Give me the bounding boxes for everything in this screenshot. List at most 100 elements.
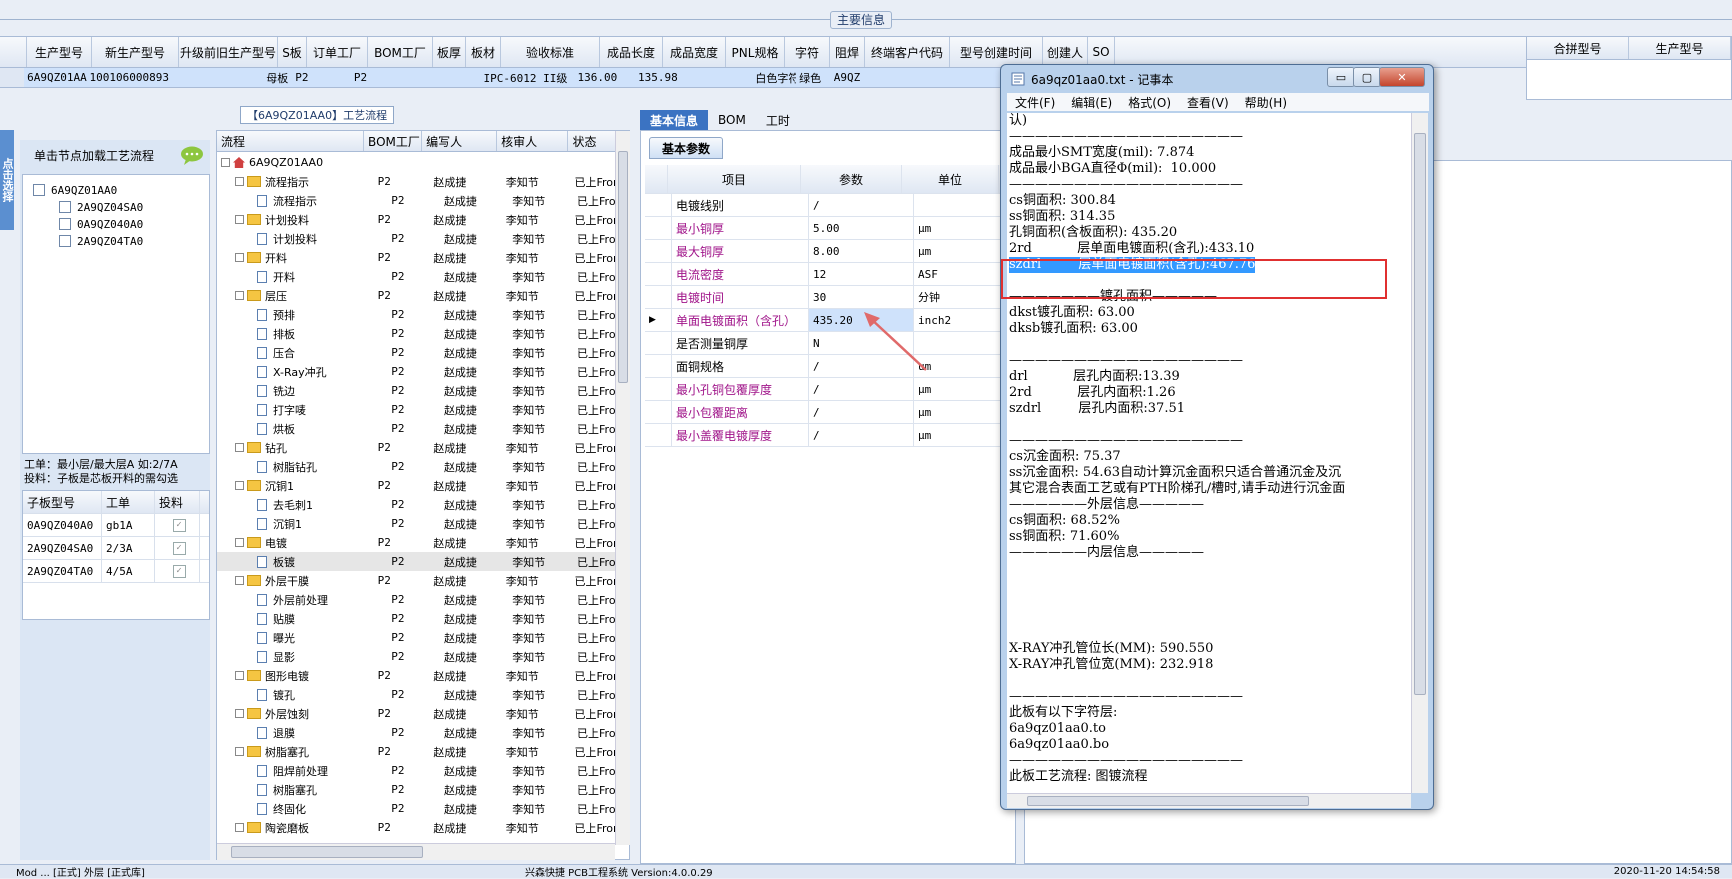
sub-cell[interactable]: ✓ [155, 514, 200, 536]
grid-header-15[interactable]: 型号创建时间 [950, 37, 1043, 67]
table-row[interactable]: 外层干膜 P2 赵成捷 李知节 已上From [217, 571, 617, 590]
process-header-0[interactable]: 流程 [217, 131, 365, 151]
grid-header-13[interactable]: 阻焊 [830, 37, 865, 67]
process-header-3[interactable]: 核审人 [497, 131, 569, 151]
param-value[interactable]: / [809, 401, 914, 423]
param-value[interactable]: 12 [809, 263, 914, 285]
menu-help[interactable]: 帮助(H) [1237, 93, 1295, 111]
checkbox-icon[interactable]: ✓ [172, 541, 186, 555]
notepad-text-area[interactable]: 认) —————————————————— 成品最小SMT宽度(mil): 7.87… [1007, 113, 1411, 793]
grid-header-17[interactable]: SO [1088, 37, 1115, 67]
collapse-icon[interactable] [235, 215, 244, 224]
collapse-icon[interactable] [235, 443, 244, 452]
grid-header-1[interactable]: 新生产型号 [92, 37, 179, 67]
grid-header-3[interactable]: S板 [278, 37, 307, 67]
grid-header-14[interactable]: 终端客户代码 [865, 37, 950, 67]
table-row[interactable]: 层压 P2 赵成捷 李知节 已上From [217, 286, 617, 305]
param-value[interactable]: / [809, 378, 914, 400]
table-row[interactable]: 退膜 P2 赵成捷 李知节 已上From [217, 723, 617, 742]
notepad-vertical-scrollbar[interactable] [1411, 113, 1428, 793]
table-row[interactable]: 排板 P2 赵成捷 李知节 已上From [217, 324, 617, 343]
table-row[interactable]: 电镀线别 / [645, 194, 1017, 217]
notepad-window[interactable]: 6a9qz01aa0.txt - 记事本 ▭ ▢ ✕ 文件(F) 编辑(E) 格… [1000, 64, 1434, 810]
collapse-icon[interactable] [235, 747, 244, 756]
notepad-scroll-thumb[interactable] [1414, 133, 1426, 695]
table-row[interactable]: 去毛刺1 P2 赵成捷 李知节 已上From [217, 495, 617, 514]
checkbox-icon[interactable]: ✓ [172, 564, 186, 578]
table-row[interactable]: 树脂钻孔 P2 赵成捷 李知节 已上From [217, 457, 617, 476]
table-row[interactable]: 板镀 P2 赵成捷 李知节 已上From [217, 552, 617, 571]
param-header-0[interactable]: 项目 [668, 165, 801, 193]
process-horizontal-scrollbar[interactable] [217, 843, 615, 860]
table-row[interactable]: 压合 P2 赵成捷 李知节 已上From [217, 343, 617, 362]
table-row[interactable]: 陶瓷磨板 P2 赵成捷 李知节 已上From [217, 818, 617, 837]
collapse-icon[interactable] [235, 177, 244, 186]
grid-header-10[interactable]: 成品宽度 [663, 37, 726, 67]
tree-node[interactable]: 2A9QZ04TA0 [59, 232, 143, 250]
grid-header-6[interactable]: 板厚 [433, 37, 466, 67]
grid-header-16[interactable]: 创建人 [1043, 37, 1088, 67]
param-value[interactable]: / [809, 194, 914, 216]
grid-header-0[interactable]: 生产型号 [27, 37, 92, 67]
process-header-1[interactable]: BOM工厂 [364, 131, 423, 151]
table-row[interactable]: 阻焊前处理 P2 赵成捷 李知节 已上From [217, 761, 617, 780]
side-tab[interactable]: 点击选择 [0, 130, 14, 230]
table-row[interactable]: 终固化 P2 赵成捷 李知节 已上From [217, 799, 617, 818]
notepad-titlebar[interactable]: 6a9qz01aa0.txt - 记事本 [1011, 69, 1173, 89]
menu-view[interactable]: 查看(V) [1179, 93, 1237, 111]
grid-header-12[interactable]: 字符 [785, 37, 830, 67]
minimize-button[interactable]: ▭ [1327, 67, 1355, 87]
speech-bubble-icon[interactable] [180, 146, 204, 166]
table-row[interactable]: 电流密度 12 ASF [645, 263, 1017, 286]
table-row[interactable]: 曝光 P2 赵成捷 李知节 已上From [217, 628, 617, 647]
param-header-2[interactable]: 单位 [902, 165, 999, 193]
collapse-icon[interactable] [235, 576, 244, 585]
table-row[interactable]: 开料 P2 赵成捷 李知节 已上From [217, 248, 617, 267]
grid-header-7[interactable]: 板材 [466, 37, 501, 67]
table-row[interactable]: 面铜规格 / um [645, 355, 1017, 378]
sub-cell[interactable]: ✓ [155, 560, 200, 582]
process-scroll-thumb[interactable] [618, 151, 628, 383]
collapse-icon[interactable] [235, 823, 244, 832]
table-row[interactable]: 计划投料 P2 赵成捷 李知节 已上From [217, 229, 617, 248]
table-row[interactable]: 沉铜1 P2 赵成捷 李知节 已上From [217, 514, 617, 533]
collapse-icon[interactable] [235, 291, 244, 300]
menu-format[interactable]: 格式(O) [1120, 93, 1179, 111]
checkbox-icon[interactable] [33, 184, 45, 196]
table-row[interactable]: 流程指示 P2 赵成捷 李知节 已上From [217, 172, 617, 191]
checkbox-icon[interactable] [59, 235, 71, 247]
notepad-horizontal-scrollbar[interactable] [1007, 793, 1411, 808]
tab-basic-info[interactable]: 基本信息 [640, 110, 709, 130]
grid-header-4[interactable]: 订单工厂 [307, 37, 368, 67]
process-root[interactable]: 6A9QZ01AA0 [217, 153, 617, 172]
table-row[interactable]: 是否测量铜厚 N [645, 332, 1017, 355]
table-row[interactable]: 预排 P2 赵成捷 李知节 已上From [217, 305, 617, 324]
table-row[interactable]: 贴膜 P2 赵成捷 李知节 已上From [217, 609, 617, 628]
collapse-icon[interactable] [235, 253, 244, 262]
sub-board-tree[interactable]: 6A9QZ01AA0 2A9QZ04SA0 0A9QZ040A0 2A9QZ04TA0 [22, 174, 210, 454]
notepad-hscroll-thumb[interactable] [1027, 796, 1309, 806]
grid-header-8[interactable]: 验收标准 [501, 37, 600, 67]
param-header-1[interactable]: 参数 [801, 165, 902, 193]
process-vertical-scrollbar[interactable] [615, 131, 630, 845]
table-row[interactable]: 最大铜厚 8.00 μm [645, 240, 1017, 263]
tree-node[interactable]: 6A9QZ01AA0 [33, 181, 117, 199]
tab-bom[interactable]: BOM [708, 110, 756, 130]
table-row[interactable]: ▶ 单面电镀面积（含孔） 435.20 inch2 [645, 309, 1017, 332]
table-row[interactable]: 2A9QZ04TA0 4/5A ✓ [23, 560, 209, 583]
table-row[interactable]: 镀孔 P2 赵成捷 李知节 已上From [217, 685, 617, 704]
grid-header-5[interactable]: BOM工厂 [368, 37, 433, 67]
table-row[interactable]: 沉铜1 P2 赵成捷 李知节 已上From [217, 476, 617, 495]
grid-header-11[interactable]: PNL规格 [726, 37, 785, 67]
collapse-icon[interactable] [235, 538, 244, 547]
table-row[interactable]: 烘板 P2 赵成捷 李知节 已上From [217, 419, 617, 438]
menu-file[interactable]: 文件(F) [1007, 93, 1063, 111]
param-value[interactable]: 5.00 [809, 217, 914, 239]
table-row[interactable]: 最小包覆距离 / μm [645, 401, 1017, 424]
table-row[interactable]: 电镀时间 30 分钟 [645, 286, 1017, 309]
maximize-button[interactable]: ▢ [1353, 67, 1381, 87]
table-row[interactable]: 最小孔铜包覆厚度 / μm [645, 378, 1017, 401]
collapse-icon[interactable] [221, 158, 230, 167]
tab-hours[interactable]: 工时 [756, 110, 800, 130]
close-button[interactable]: ✕ [1379, 67, 1425, 87]
